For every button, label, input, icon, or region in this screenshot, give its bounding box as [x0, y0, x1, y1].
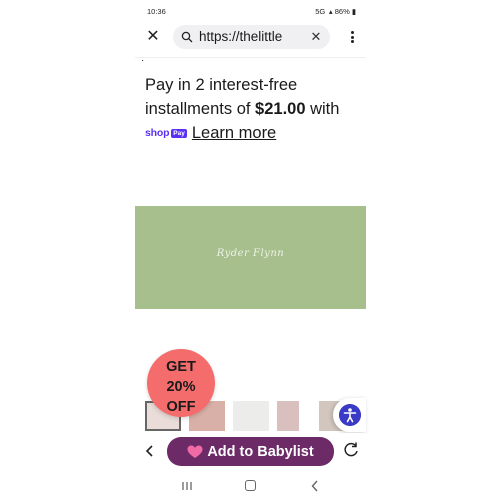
- product-thumbnail[interactable]: [233, 401, 269, 431]
- status-time: 10:36: [147, 7, 166, 16]
- divider: [135, 57, 366, 58]
- installment-amount: $21.00: [255, 100, 306, 118]
- browser-window: 10:36 5G ▴ 86% ▮ ✕ https://thelittle ✕ ·…: [135, 0, 366, 500]
- kebab-menu-icon[interactable]: [347, 28, 357, 46]
- discount-promo-button[interactable]: GET 20% OFF: [147, 349, 215, 417]
- status-bar: 10:36 5G ▴ 86% ▮: [135, 0, 366, 22]
- installments-text: Pay in 2 interest-free installments of $…: [145, 73, 360, 121]
- shop-pay-badge: Pay: [171, 128, 187, 138]
- promo-line-2: 20%: [166, 379, 196, 395]
- banner-name: Ryder Flynn: [216, 248, 285, 259]
- battery-icon: ▮: [351, 7, 356, 16]
- back-icon[interactable]: [143, 442, 157, 460]
- promo-line-3: OFF: [166, 399, 196, 415]
- battery-level: 86%: [334, 7, 350, 16]
- reload-icon[interactable]: [342, 441, 360, 459]
- product-thumbnail[interactable]: [277, 401, 299, 431]
- add-to-babylist-button[interactable]: Add to Babylist: [167, 437, 334, 466]
- heart-icon: [187, 445, 203, 458]
- add-to-babylist-label: Add to Babylist: [207, 443, 314, 460]
- shop-pay-logo: shop: [145, 127, 170, 139]
- accessibility-button[interactable]: [333, 398, 366, 432]
- signal-icon: ▴: [327, 7, 333, 16]
- installments-suffix: with: [305, 100, 340, 118]
- bottom-toolbar: Add to Babylist: [135, 433, 366, 471]
- clipped-text: ·: [141, 59, 149, 63]
- status-indicators: 5G ▴ 86% ▮: [315, 7, 356, 16]
- nav-back-icon[interactable]: [310, 479, 320, 493]
- learn-more-link[interactable]: Learn more: [192, 124, 276, 143]
- promo-line-1: GET: [166, 359, 196, 375]
- address-bar-row: ✕ https://thelittle ✕: [135, 22, 366, 56]
- network-indicator: 5G: [315, 7, 326, 16]
- recents-icon[interactable]: [181, 481, 193, 491]
- close-icon[interactable]: ✕: [145, 28, 161, 46]
- accessibility-icon: [339, 404, 361, 426]
- home-icon[interactable]: [245, 480, 256, 491]
- search-icon: [181, 31, 193, 43]
- system-nav-bar: [135, 472, 366, 500]
- shop-pay-row: shop Pay Learn more: [145, 121, 276, 145]
- address-bar[interactable]: https://thelittle ✕: [173, 25, 330, 49]
- name-banner-image: Ryder Flynn: [135, 206, 366, 309]
- clear-icon[interactable]: ✕: [308, 28, 324, 46]
- url-text[interactable]: https://thelittle: [199, 29, 282, 44]
